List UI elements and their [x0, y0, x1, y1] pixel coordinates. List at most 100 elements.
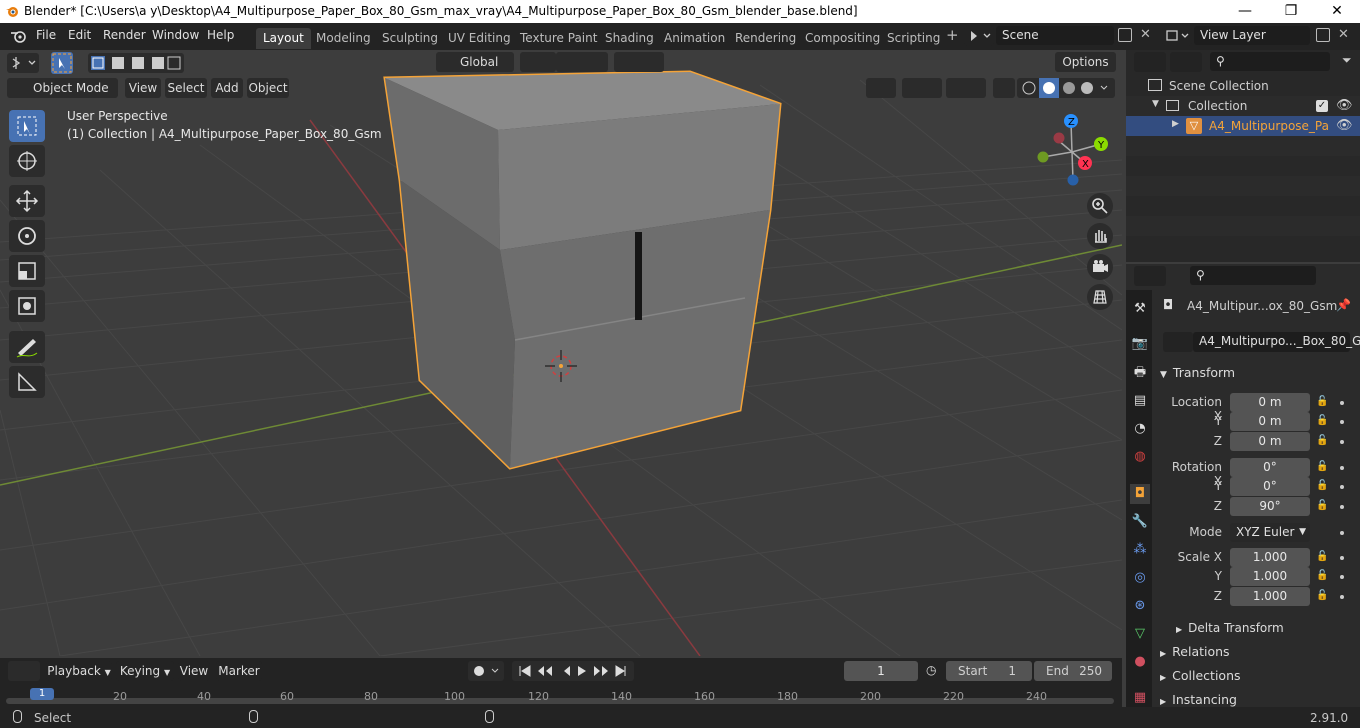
rotation-mode-dropdown[interactable]: XYZ Euler ▼ — [1230, 523, 1310, 542]
lock-icon[interactable]: 🔓 — [1316, 500, 1328, 512]
menu-select[interactable]: Select — [165, 78, 207, 98]
gizmo-toggle-icon[interactable] — [902, 78, 942, 98]
end-frame-field[interactable]: End 250 — [1034, 661, 1112, 681]
pivot-point-icon[interactable] — [520, 52, 556, 72]
outliner-row-collection[interactable]: ▼ Collection ✓ 👁 — [1126, 96, 1360, 116]
expand-arrow-icon[interactable]: ▼ — [1152, 99, 1159, 109]
keyframe-dot-icon[interactable] — [1340, 531, 1344, 535]
particles-tab-icon[interactable]: ⁂ — [1130, 540, 1150, 560]
object-mode-dropdown[interactable]: Object Mode — [7, 78, 118, 98]
location-x-field[interactable]: 0 m — [1230, 393, 1310, 412]
scene-name-field[interactable]: Scene — [996, 26, 1114, 45]
view-layer-icon[interactable] — [1162, 26, 1192, 46]
keyframe-dot-icon[interactable] — [1340, 466, 1344, 470]
object-name-field[interactable]: A4_Multipurpo..._Box_80_Gsm — [1193, 332, 1360, 352]
gizmo-neg-x[interactable] — [1053, 132, 1065, 144]
pan-hand-icon[interactable] — [1087, 223, 1113, 249]
outliner-row-object[interactable]: ▶ ▽ A4_Multipurpose_Pa 👁 — [1126, 116, 1360, 136]
rotate-tool[interactable] — [9, 220, 45, 252]
object-tab-icon[interactable]: ◘ — [1130, 484, 1150, 504]
annotate-tool[interactable] — [9, 331, 45, 363]
lock-icon[interactable]: 🔓 — [1316, 396, 1328, 408]
instancing-section[interactable]: ▶ Instancing — [1160, 692, 1237, 707]
expand-arrow-icon[interactable]: ▶ — [1172, 119, 1179, 129]
navigation-gizmo[interactable]: Z Y X — [1032, 112, 1120, 190]
menu-marker[interactable]: Marker — [216, 661, 262, 681]
tab-compositing[interactable]: Compositing — [798, 28, 887, 49]
lock-icon[interactable]: 🔓 — [1316, 415, 1328, 427]
scale-z-field[interactable]: 1.000 — [1230, 587, 1310, 606]
maximize-button[interactable]: ❐ — [1268, 0, 1314, 23]
tab-modeling[interactable]: Modeling — [309, 28, 378, 49]
menu-object[interactable]: Object — [247, 78, 289, 98]
lock-icon[interactable]: 🔓 — [1316, 480, 1328, 492]
tab-uv-editing[interactable]: UV Editing — [441, 28, 518, 49]
transform-orientation-dropdown[interactable]: Global — [436, 52, 514, 72]
outliner-editor-type-icon[interactable] — [1134, 52, 1166, 72]
outliner-row-scene[interactable]: Scene Collection — [1126, 76, 1360, 96]
selection-mode-buttons[interactable] — [88, 53, 184, 73]
blender-menu-icon[interactable] — [10, 29, 26, 43]
keyframe-dot-icon[interactable] — [1340, 420, 1344, 424]
overlays-toggle-icon[interactable] — [946, 78, 986, 98]
view-layer-tab-icon[interactable]: ▤ — [1130, 391, 1150, 411]
tab-sculpting[interactable]: Sculpting — [375, 28, 445, 49]
transform-section-header[interactable]: ▼ Transform — [1160, 365, 1235, 380]
scene-tab-icon[interactable]: ◔ — [1130, 419, 1150, 439]
move-tool[interactable] — [9, 185, 45, 217]
menu-window[interactable]: Window — [152, 28, 199, 42]
editor-type-button[interactable] — [7, 53, 39, 73]
start-frame-field[interactable]: Start 1 — [946, 661, 1032, 681]
tab-rendering[interactable]: Rendering — [728, 28, 803, 49]
keyframe-dot-icon[interactable] — [1340, 556, 1344, 560]
menu-edit[interactable]: Edit — [68, 28, 91, 42]
tab-shading[interactable]: Shading — [598, 28, 661, 49]
current-frame-field[interactable]: 1 — [844, 661, 918, 681]
world-tab-icon[interactable]: ◍ — [1130, 447, 1150, 467]
select-tweak-icon[interactable] — [51, 52, 73, 74]
timeline-editor-type-icon[interactable] — [8, 661, 40, 681]
cursor-tool[interactable] — [9, 145, 45, 177]
gizmo-neg-z[interactable] — [1067, 174, 1079, 186]
paper-box-object[interactable] — [383, 70, 782, 470]
output-tab-icon[interactable]: 🖶 — [1130, 363, 1150, 383]
pin-icon[interactable]: 📌 — [1336, 298, 1351, 312]
select-box-tool[interactable] — [9, 110, 45, 142]
location-y-field[interactable]: 0 m — [1230, 412, 1310, 431]
modifier-tab-icon[interactable]: 🔧 — [1130, 512, 1150, 532]
rotation-x-field[interactable]: 0° — [1230, 458, 1310, 477]
properties-search-input[interactable]: ⚲ — [1190, 266, 1316, 285]
keyframe-dot-icon[interactable] — [1340, 485, 1344, 489]
visibility-eye-icon[interactable] — [866, 78, 896, 98]
remove-view-layer-icon[interactable]: ✕ — [1338, 28, 1352, 42]
snap-magnet-icon[interactable] — [556, 52, 608, 72]
filter-icon[interactable]: ⏷ — [1342, 53, 1352, 68]
menu-timeline-view[interactable]: View — [178, 661, 210, 681]
menu-keying[interactable]: Keying ▼ — [116, 661, 174, 681]
data-tab-icon[interactable]: ▽ — [1130, 624, 1150, 644]
lock-icon[interactable]: 🔓 — [1316, 461, 1328, 473]
menu-render[interactable]: Render — [103, 28, 146, 42]
xray-toggle-icon[interactable] — [993, 78, 1015, 98]
clock-icon[interactable]: ◷ — [926, 663, 936, 677]
material-tab-icon[interactable]: ● — [1130, 652, 1150, 672]
keyframe-dot-icon[interactable] — [1340, 595, 1344, 599]
playhead-indicator[interactable]: 1 — [30, 688, 54, 700]
rotation-y-field[interactable]: 0° — [1230, 477, 1310, 496]
keyframe-dot-icon[interactable] — [1340, 505, 1344, 509]
orthographic-grid-icon[interactable] — [1087, 284, 1113, 310]
close-button[interactable]: ✕ — [1314, 0, 1360, 23]
exclude-checkbox[interactable]: ✓ — [1316, 100, 1328, 112]
collections-section[interactable]: ▶ Collections — [1160, 668, 1241, 683]
menu-file[interactable]: File — [36, 28, 56, 42]
outliner-search-input[interactable]: ⚲ — [1210, 52, 1330, 71]
scale-y-field[interactable]: 1.000 — [1230, 567, 1310, 586]
zoom-icon[interactable] — [1087, 193, 1113, 219]
constraints-tab-icon[interactable]: ⊛ — [1130, 596, 1150, 616]
keyframe-dot-icon[interactable] — [1340, 575, 1344, 579]
location-z-field[interactable]: 0 m — [1230, 432, 1310, 451]
render-tab-icon[interactable]: 📷 — [1130, 334, 1150, 354]
measure-tool[interactable] — [9, 366, 45, 398]
eye-icon[interactable]: 👁 — [1336, 98, 1353, 113]
keyframe-dot-icon[interactable] — [1340, 401, 1344, 405]
